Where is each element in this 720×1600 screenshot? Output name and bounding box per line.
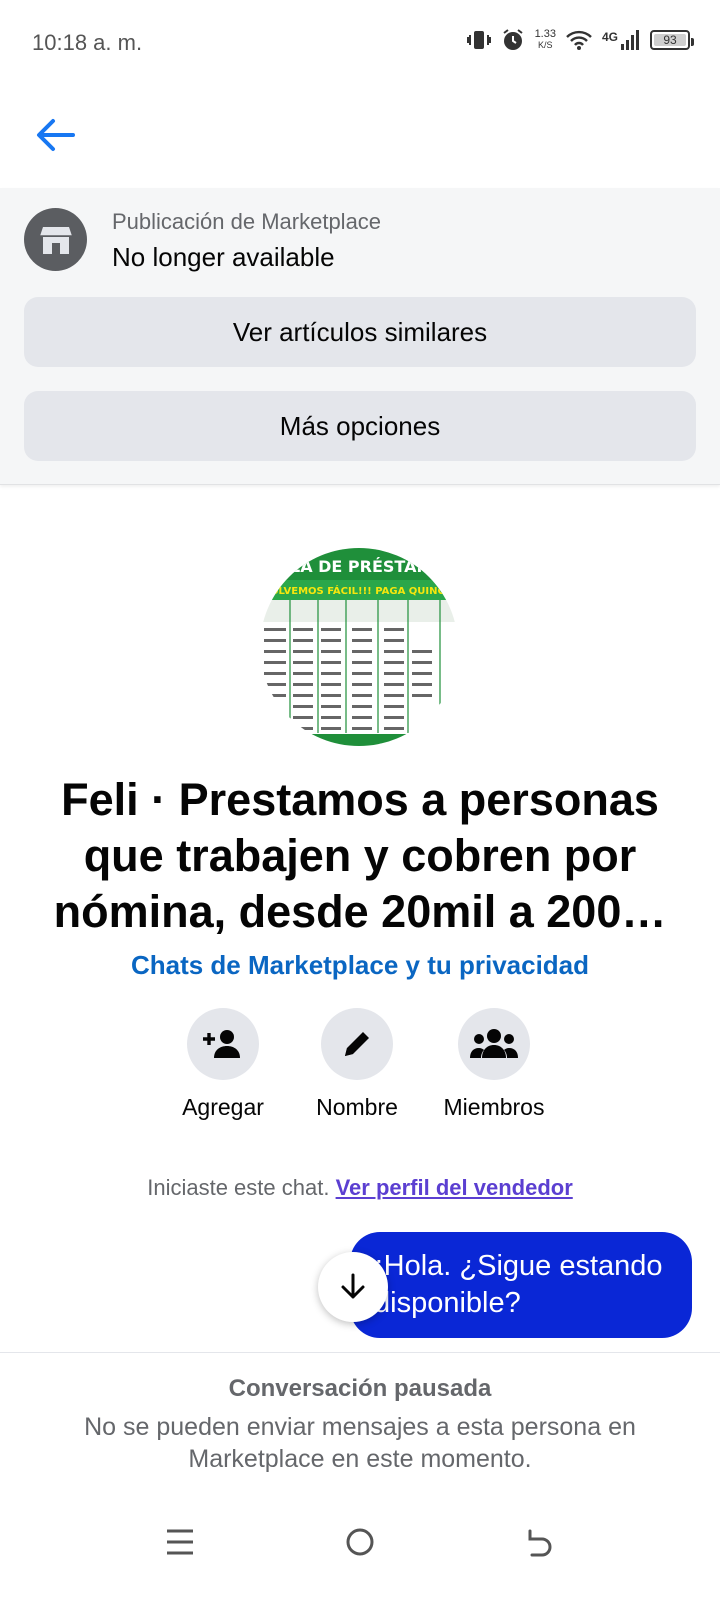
edit-name-circle — [321, 1008, 393, 1080]
back-button[interactable] — [30, 110, 80, 160]
listing-status: No longer available — [112, 242, 335, 272]
message-bubble[interactable]: ¡Hola. ¿Sigue estando disponible? — [350, 1232, 692, 1338]
system-back-button[interactable] — [510, 1512, 570, 1572]
paused-title: Conversación pausada — [228, 1375, 492, 1402]
members-button[interactable]: Miembros — [424, 1008, 564, 1121]
home-button[interactable] — [330, 1512, 390, 1572]
network-type: 4G — [601, 30, 618, 44]
privacy-link[interactable]: Chats de Marketplace y tu privacidad — [0, 950, 720, 981]
recent-apps-button[interactable] — [150, 1512, 210, 1572]
status-bar: 10:18 a. m. 1.33 K/S 4G 93 — [0, 0, 720, 92]
more-options-button[interactable]: Más opciones — [24, 391, 696, 461]
scroll-down-button[interactable] — [318, 1252, 388, 1322]
members-label: Miembros — [443, 1094, 545, 1120]
status-icons: 1.33 K/S 4G 93 — [466, 28, 694, 52]
add-person-label: Agregar — [182, 1094, 264, 1120]
add-person-icon — [203, 1030, 240, 1058]
arrow-down-icon — [341, 1273, 365, 1299]
chat-title: Feli · Prestamos a personas que trabajen… — [53, 774, 667, 937]
menu-icon — [167, 1529, 193, 1555]
add-person-button[interactable]: Agregar — [153, 1008, 293, 1121]
net-speed-value: 1.33 — [534, 28, 556, 40]
loan-table-image: LA DE PRÉSTAM OLVEMOS FÁCIL!!! PAGA QUIN… — [260, 548, 458, 746]
wifi-icon — [566, 30, 592, 50]
profile-photo[interactable]: LA DE PRÉSTAM OLVEMOS FÁCIL!!! PAGA QUIN… — [260, 548, 458, 746]
paused-description: No se pueden enviar mensajes a esta pers… — [84, 1413, 636, 1473]
alarm-icon — [502, 29, 523, 50]
photo-subtitle: OLVEMOS FÁCIL!!! PAGA QUINCENA — [270, 584, 458, 597]
edit-name-label: Nombre — [316, 1094, 398, 1120]
seller-profile-link[interactable]: Ver perfil del vendedor — [336, 1175, 573, 1200]
cell-signal: 4G — [602, 30, 640, 50]
conversation-paused-notice: Conversación pausada No se pueden enviar… — [0, 1352, 720, 1500]
marketplace-label: Publicación de Marketplace — [112, 209, 382, 234]
marketplace-banner: Publicación de Marketplace No longer ava… — [0, 188, 720, 485]
group-icon — [470, 1029, 518, 1058]
home-circle-icon — [346, 1528, 374, 1556]
pencil-icon — [345, 1032, 369, 1056]
add-person-circle — [187, 1008, 259, 1080]
signal-icon — [621, 30, 639, 50]
chat-start-info: Iniciaste este chat. Ver perfil del vend… — [0, 1175, 720, 1201]
similar-items-button[interactable]: Ver artículos similares — [24, 297, 696, 367]
system-nav-bar — [0, 1500, 720, 1600]
battery-icon: 93 — [650, 30, 694, 50]
photo-title: LA DE PRÉSTAM — [290, 557, 432, 576]
vibrate-icon — [466, 31, 491, 49]
battery-level: 93 — [663, 33, 677, 47]
arrow-left-icon — [37, 119, 75, 151]
edit-name-button[interactable]: Nombre — [287, 1008, 427, 1121]
members-circle — [458, 1008, 530, 1080]
net-speed: 1.33 K/S — [535, 29, 556, 51]
chat-started-text: Iniciaste este chat. — [147, 1175, 330, 1200]
store-icon — [24, 208, 87, 271]
status-time: 10:18 a. m. — [32, 30, 143, 55]
back-return-icon — [528, 1529, 552, 1557]
net-speed-unit: K/S — [538, 40, 553, 50]
